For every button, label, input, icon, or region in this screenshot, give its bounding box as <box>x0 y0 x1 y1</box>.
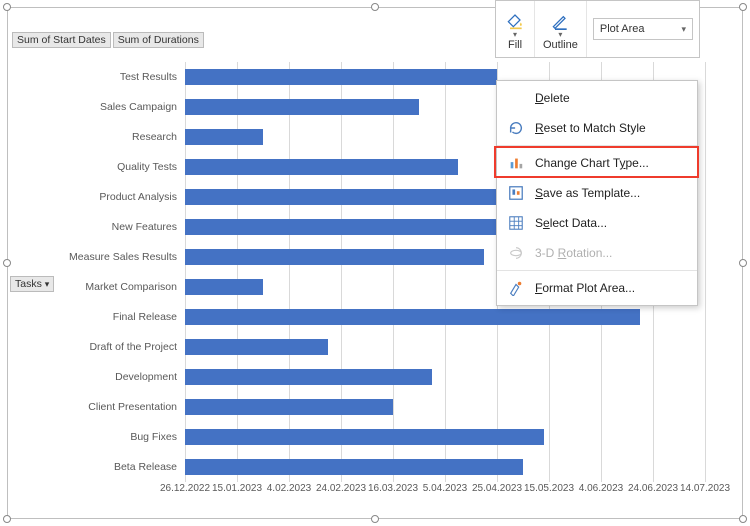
x-tick-label: 25.04.2023 <box>472 483 522 494</box>
gridline <box>705 62 706 482</box>
bar[interactable] <box>185 249 484 265</box>
bar[interactable] <box>185 129 263 145</box>
fill-label: Fill <box>508 39 522 51</box>
bar[interactable] <box>185 279 263 295</box>
bar[interactable] <box>185 99 419 115</box>
resize-handle[interactable] <box>739 3 747 11</box>
menu-select-data[interactable]: Select Data... <box>497 208 697 238</box>
x-tick-label: 15.05.2023 <box>524 483 574 494</box>
x-tick-label: 5.04.2023 <box>423 483 468 494</box>
bar[interactable] <box>185 339 328 355</box>
category-label: Development <box>7 371 177 383</box>
category-label: Draft of the Project <box>7 341 177 353</box>
bar[interactable] <box>185 399 393 415</box>
x-tick-label: 16.03.2023 <box>368 483 418 494</box>
menu-format-plot-area[interactable]: Format Plot Area... <box>497 273 697 303</box>
resize-handle[interactable] <box>371 515 379 523</box>
selector-value: Plot Area <box>600 23 645 35</box>
context-menu: Delete Reset to Match Style Change Chart… <box>496 80 698 306</box>
menu-delete[interactable]: Delete <box>497 83 697 113</box>
bar[interactable] <box>185 189 549 205</box>
resize-handle[interactable] <box>739 259 747 267</box>
chart-type-icon <box>507 154 525 172</box>
bar-row: Client Presentation <box>185 392 705 422</box>
category-label: Beta Release <box>7 461 177 473</box>
x-tick-label: 24.06.2023 <box>628 483 678 494</box>
legend-item[interactable]: Sum of Start Dates <box>12 32 111 48</box>
bar-row: Bug Fixes <box>185 422 705 452</box>
save-template-icon <box>507 184 525 202</box>
fill-button[interactable]: ▾ Fill <box>496 1 535 57</box>
blank-icon <box>507 89 525 107</box>
outline-label: Outline <box>543 39 578 51</box>
bar-row: Development <box>185 362 705 392</box>
category-label: Market Comparison <box>7 281 177 293</box>
resize-handle[interactable] <box>371 3 379 11</box>
bar[interactable] <box>185 309 640 325</box>
category-label: Sales Campaign <box>7 101 177 113</box>
menu-reset-to-match-style[interactable]: Reset to Match Style <box>497 113 697 143</box>
category-label: Measure Sales Results <box>7 251 177 263</box>
x-tick-label: 4.06.2023 <box>579 483 624 494</box>
x-axis: 26.12.202215.01.20234.02.202324.02.20231… <box>185 483 705 503</box>
bar[interactable] <box>185 429 544 445</box>
x-tick-label: 26.12.2022 <box>160 483 210 494</box>
category-label: Quality Tests <box>7 161 177 173</box>
resize-handle[interactable] <box>3 3 11 11</box>
mini-toolbar: ▾ Fill ▾ Outline Plot Area ▾ <box>495 0 700 58</box>
menu-3d-rotation: 3-D Rotation... <box>497 238 697 268</box>
chart-element-selector[interactable]: Plot Area ▾ <box>587 1 699 57</box>
bar-row: Final Release <box>185 302 705 332</box>
x-tick-label: 14.07.2023 <box>680 483 730 494</box>
bar[interactable] <box>185 219 523 235</box>
x-tick-label: 15.01.2023 <box>212 483 262 494</box>
fill-bucket-icon <box>504 10 526 30</box>
bar[interactable] <box>185 459 523 475</box>
bar[interactable] <box>185 159 458 175</box>
legend-item[interactable]: Sum of Durations <box>113 32 204 48</box>
bar[interactable] <box>185 369 432 385</box>
resize-handle[interactable] <box>3 515 11 523</box>
category-label: Research <box>7 131 177 143</box>
format-icon <box>507 279 525 297</box>
x-tick-label: 24.02.2023 <box>316 483 366 494</box>
chevron-down-icon: ▾ <box>681 24 686 35</box>
bar-row: Beta Release <box>185 452 705 482</box>
category-label: New Features <box>7 221 177 233</box>
outline-pen-icon <box>549 10 571 30</box>
bar[interactable] <box>185 69 497 85</box>
category-label: Test Results <box>7 71 177 83</box>
category-label: Bug Fixes <box>7 431 177 443</box>
resize-handle[interactable] <box>739 515 747 523</box>
x-tick-label: 4.02.2023 <box>267 483 312 494</box>
select-data-icon <box>507 214 525 232</box>
rotation-icon <box>507 244 525 262</box>
category-label: Final Release <box>7 311 177 323</box>
menu-change-chart-type[interactable]: Change Chart Type... <box>497 148 697 178</box>
legend: Sum of Start Dates Sum of Durations <box>12 32 204 48</box>
outline-button[interactable]: ▾ Outline <box>535 1 587 57</box>
category-label: Client Presentation <box>7 401 177 413</box>
category-label: Product Analysis <box>7 191 177 203</box>
bar-row: Draft of the Project <box>185 332 705 362</box>
menu-save-as-template[interactable]: Save as Template... <box>497 178 697 208</box>
reset-icon <box>507 119 525 137</box>
